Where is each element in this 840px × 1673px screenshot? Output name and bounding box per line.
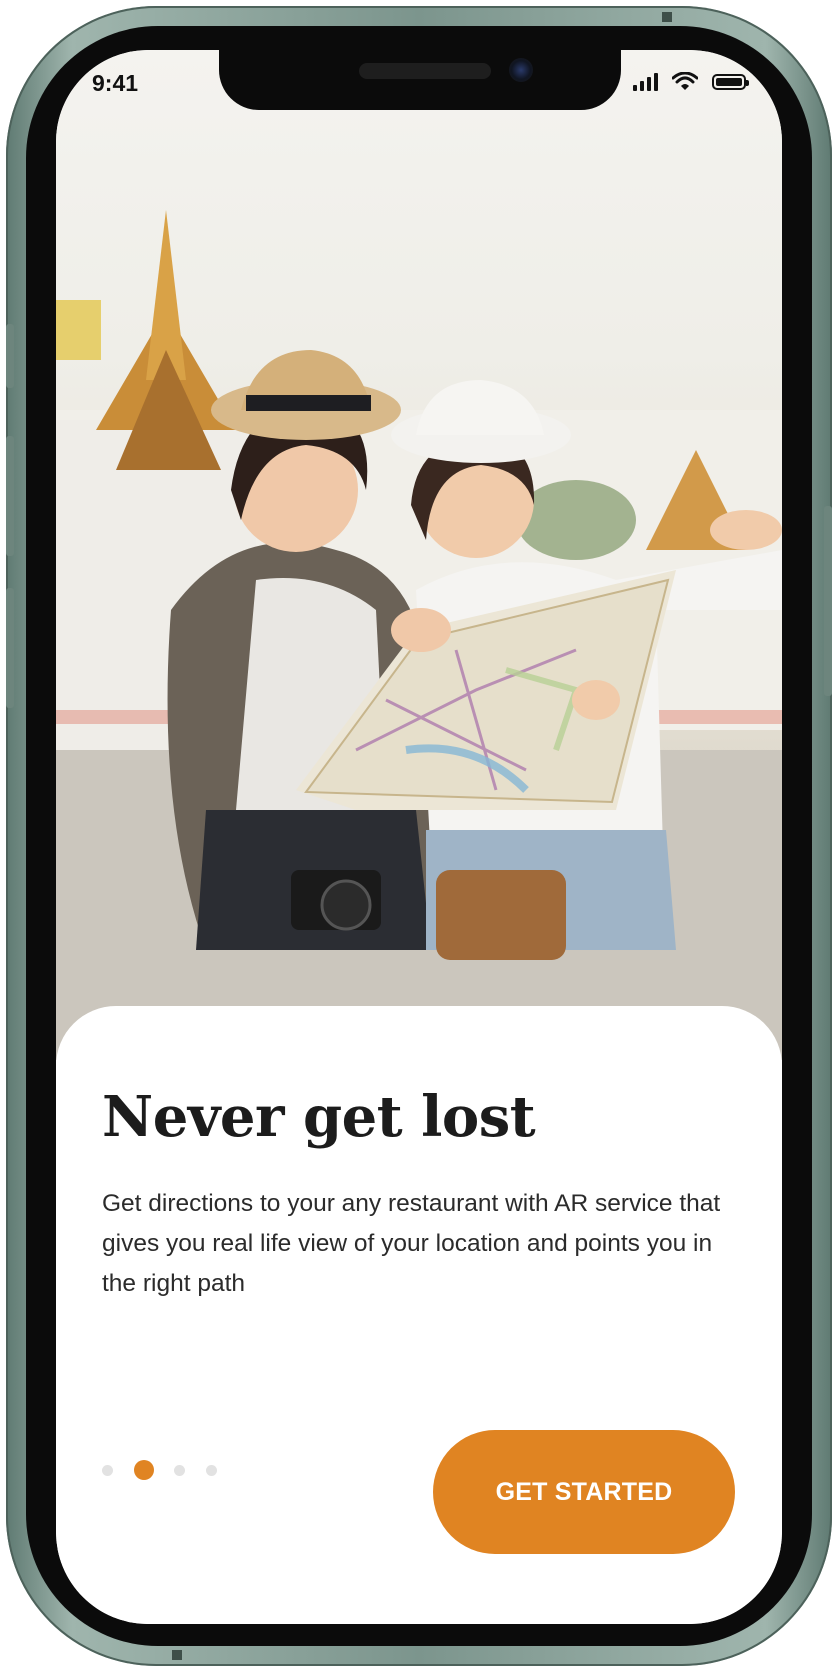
onboarding-card: Never get lost Get directions to your an… [56,1006,782,1624]
notch [219,50,621,110]
get-started-button[interactable]: GET STARTED [433,1430,735,1554]
page-dot[interactable] [206,1464,217,1476]
volume-down-button [6,588,14,708]
page-dot[interactable] [174,1464,185,1476]
status-icons [633,72,749,92]
page-indicator [102,1460,238,1480]
antenna-line [172,1650,182,1660]
front-camera [509,58,533,82]
onboarding-description: Get directions to your any restaurant wi… [102,1190,721,1297]
status-time: 9:41 [92,70,139,96]
hero-image [56,50,782,1060]
power-button [824,506,832,696]
earpiece-speaker [359,63,491,79]
silent-switch [6,324,14,388]
cellular-signal-icon [633,73,658,91]
battery-icon [712,74,749,90]
page-dot[interactable] [102,1464,113,1476]
volume-up-button [6,436,14,556]
status-bar: 9:41 [56,50,782,120]
onboarding-title: Never get lost [102,1084,536,1150]
page-dot-active[interactable] [134,1460,154,1480]
antenna-line [662,12,672,22]
wifi-icon [672,72,698,90]
screen: 9:41 Never get lost Get directions to yo… [56,50,782,1624]
travelers-illustration [56,210,782,1060]
